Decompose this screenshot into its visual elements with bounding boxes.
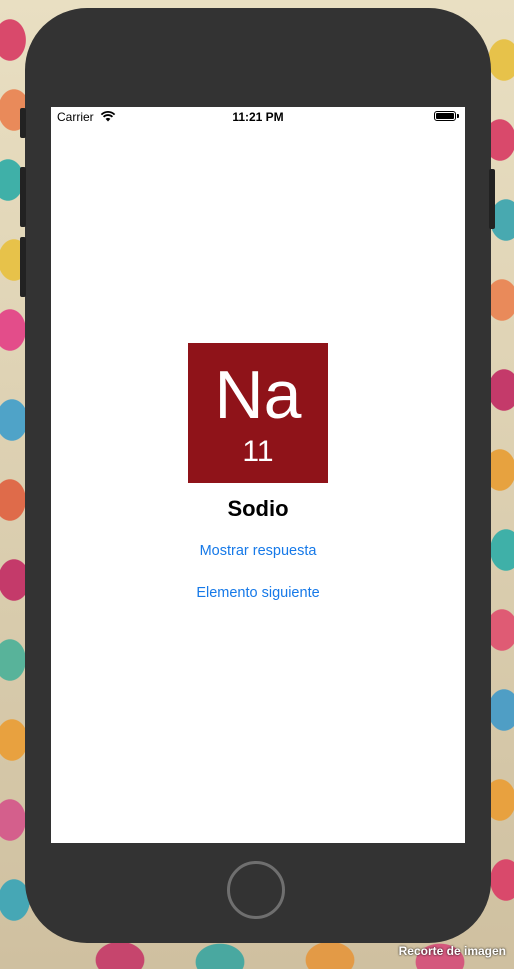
next-element-button[interactable]: Elemento siguiente [51, 583, 465, 603]
power-button [489, 169, 495, 229]
element-atomic-number: 11 [242, 435, 274, 468]
status-time: 11:21 PM [232, 110, 284, 124]
battery-level [436, 113, 454, 119]
element-name: Sodio [227, 496, 289, 521]
element-symbol: Na [214, 357, 302, 433]
volume-up-button [20, 167, 26, 227]
volume-down-button [20, 237, 26, 297]
battery-tip [457, 114, 459, 118]
show-answer-button[interactable]: Mostrar respuesta [51, 541, 465, 561]
image-crop-caption: Recorte de imagen [398, 944, 506, 958]
battery-icon [434, 111, 456, 121]
element-tile: Na 11 [188, 343, 328, 483]
home-button[interactable] [227, 861, 285, 919]
status-bar: Carrier 11:21 PM [51, 107, 465, 127]
phone-screen: Carrier 11:21 PM Na 11 Sodio Mostrar res… [51, 107, 465, 843]
mute-switch [20, 108, 26, 138]
